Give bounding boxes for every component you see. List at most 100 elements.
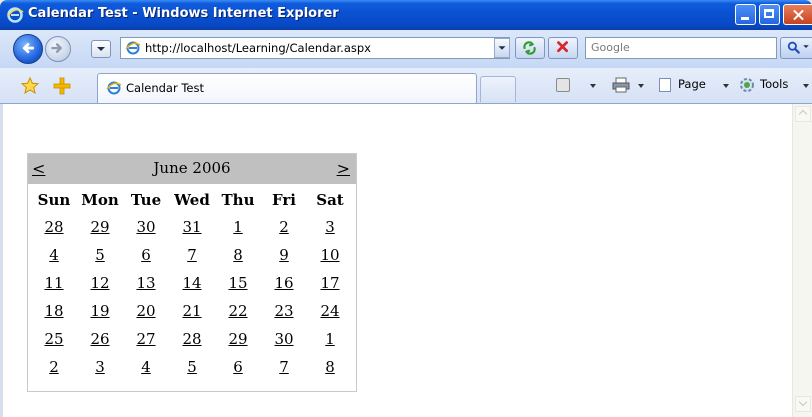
day-of-week-header: Wed [174,191,210,209]
calendar-day-link[interactable]: 11 [31,274,77,292]
minimize-button[interactable] [735,4,756,25]
calendar-day-link[interactable]: 26 [77,330,123,348]
calendar-day-link[interactable]: 8 [307,358,353,376]
day-of-week-header: Sat [316,191,344,209]
maximize-button[interactable] [759,4,780,25]
gear-icon[interactable] [738,76,756,94]
forward-arrow-icon [51,43,62,53]
calendar-day-link[interactable]: 4 [123,358,169,376]
calendar-day-link[interactable]: 15 [215,274,261,292]
page-menu-button[interactable]: Page [678,77,706,95]
calendar-day-link[interactable]: 14 [169,274,215,292]
calendar: < June 2006 > Sun Mon Tue Wed Thu Fri Sat 28 29 3… [27,153,357,392]
calendar-day-link[interactable]: 3 [307,218,353,236]
calendar-day-link[interactable]: 3 [77,358,123,376]
calendar-day-link[interactable]: 24 [307,302,353,320]
calendar-day-link[interactable]: 12 [77,274,123,292]
calendar-day-link[interactable]: 16 [261,274,307,292]
window-title: Calendar Test - Windows Internet Explore… [28,6,339,21]
search-input[interactable]: Google [585,37,777,59]
search-button[interactable] [780,37,812,59]
back-arrow-icon [22,42,35,54]
calendar-day-link[interactable]: 2 [261,218,307,236]
tab-calendar-test[interactable]: Calendar Test [97,73,477,103]
address-toolbar: http://localhost/Learning/Calendar.aspx … [0,30,812,69]
day-of-week-header: Mon [81,191,119,209]
calendar-day-link[interactable]: 29 [215,330,261,348]
calendar-day-link[interactable]: 29 [77,218,123,236]
ie-page-icon [125,41,141,55]
tools-menu-button[interactable]: Tools [760,77,788,95]
calendar-day-link[interactable]: 25 [31,330,77,348]
back-button[interactable] [13,34,43,64]
calendar-day-link[interactable]: 4 [31,246,77,264]
calendar-day-link[interactable]: 1 [307,330,353,348]
print-icon[interactable] [612,77,630,93]
feeds-dropdown-icon[interactable] [590,84,596,88]
calendar-day-link[interactable]: 13 [123,274,169,292]
calendar-day-link[interactable]: 30 [261,330,307,348]
calendar-day-link[interactable]: 21 [169,302,215,320]
address-url: http://localhost/Learning/Calendar.aspx [145,41,371,55]
new-tab-button[interactable] [480,76,516,102]
chevron-down-icon [97,47,105,51]
calendar-day-link[interactable]: 30 [123,218,169,236]
calendar-day-link[interactable]: 6 [215,358,261,376]
calendar-day-link[interactable]: 18 [31,302,77,320]
tab-label: Calendar Test [126,81,205,95]
stop-icon [557,41,568,53]
calendar-day-link[interactable]: 20 [123,302,169,320]
calendar-month-label: June 2006 [153,159,231,177]
ie-logo-icon [7,7,24,23]
print-dropdown-icon[interactable] [638,84,644,88]
scroll-down-button[interactable] [795,396,811,412]
calendar-day-link[interactable]: 28 [169,330,215,348]
calendar-day-link[interactable]: 9 [261,246,307,264]
next-month-link[interactable]: > [337,159,350,178]
ie-page-icon [106,81,122,95]
calendar-day-link[interactable]: 22 [215,302,261,320]
day-of-week-header: Fri [272,191,296,209]
close-button[interactable] [783,4,812,25]
search-placeholder: Google [591,41,630,54]
address-input[interactable]: http://localhost/Learning/Calendar.aspx [120,37,510,59]
calendar-day-link[interactable]: 5 [77,246,123,264]
calendar-day-link[interactable]: 1 [215,218,261,236]
stop-button[interactable] [548,37,578,59]
calendar-day-link[interactable]: 28 [31,218,77,236]
calendar-day-link[interactable]: 19 [77,302,123,320]
window-title-bar[interactable]: Calendar Test - Windows Internet Explore… [0,0,812,30]
calendar-day-link[interactable]: 2 [31,358,77,376]
calendar-day-link[interactable]: 23 [261,302,307,320]
calendar-day-link[interactable]: 7 [169,246,215,264]
calendar-day-link[interactable]: 8 [215,246,261,264]
feeds-icon[interactable] [556,78,570,92]
refresh-icon [523,41,536,55]
calendar-day-link[interactable]: 5 [169,358,215,376]
calendar-day-link[interactable]: 10 [307,246,353,264]
recent-pages-button[interactable] [91,40,111,58]
calendar-header: < June 2006 > [28,154,356,184]
page-dropdown-icon[interactable] [723,84,729,88]
calendar-day-link[interactable]: 17 [307,274,353,292]
vertical-scrollbar[interactable] [792,104,812,417]
day-of-week-header: Thu [221,191,255,209]
page-menu-icon[interactable] [659,78,671,92]
add-favorites-icon[interactable] [52,76,72,96]
tools-dropdown-icon[interactable] [803,84,809,88]
calendar-day-link[interactable]: 27 [123,330,169,348]
calendar-day-link[interactable]: 6 [123,246,169,264]
navigation-buttons [13,34,114,64]
search-icon [787,41,809,54]
refresh-button[interactable] [515,37,545,59]
day-of-week-header: Tue [130,191,162,209]
scroll-up-button[interactable] [795,106,811,122]
calendar-day-link[interactable]: 31 [169,218,215,236]
address-dropdown-button[interactable] [494,38,510,58]
chevron-down-icon [498,46,506,50]
forward-button[interactable] [45,36,71,62]
day-of-week-header: Sun [37,191,71,209]
tab-toolbar: Calendar Test Page Tools [0,68,812,104]
favorites-star-icon[interactable] [20,76,40,96]
calendar-day-link[interactable]: 7 [261,358,307,376]
